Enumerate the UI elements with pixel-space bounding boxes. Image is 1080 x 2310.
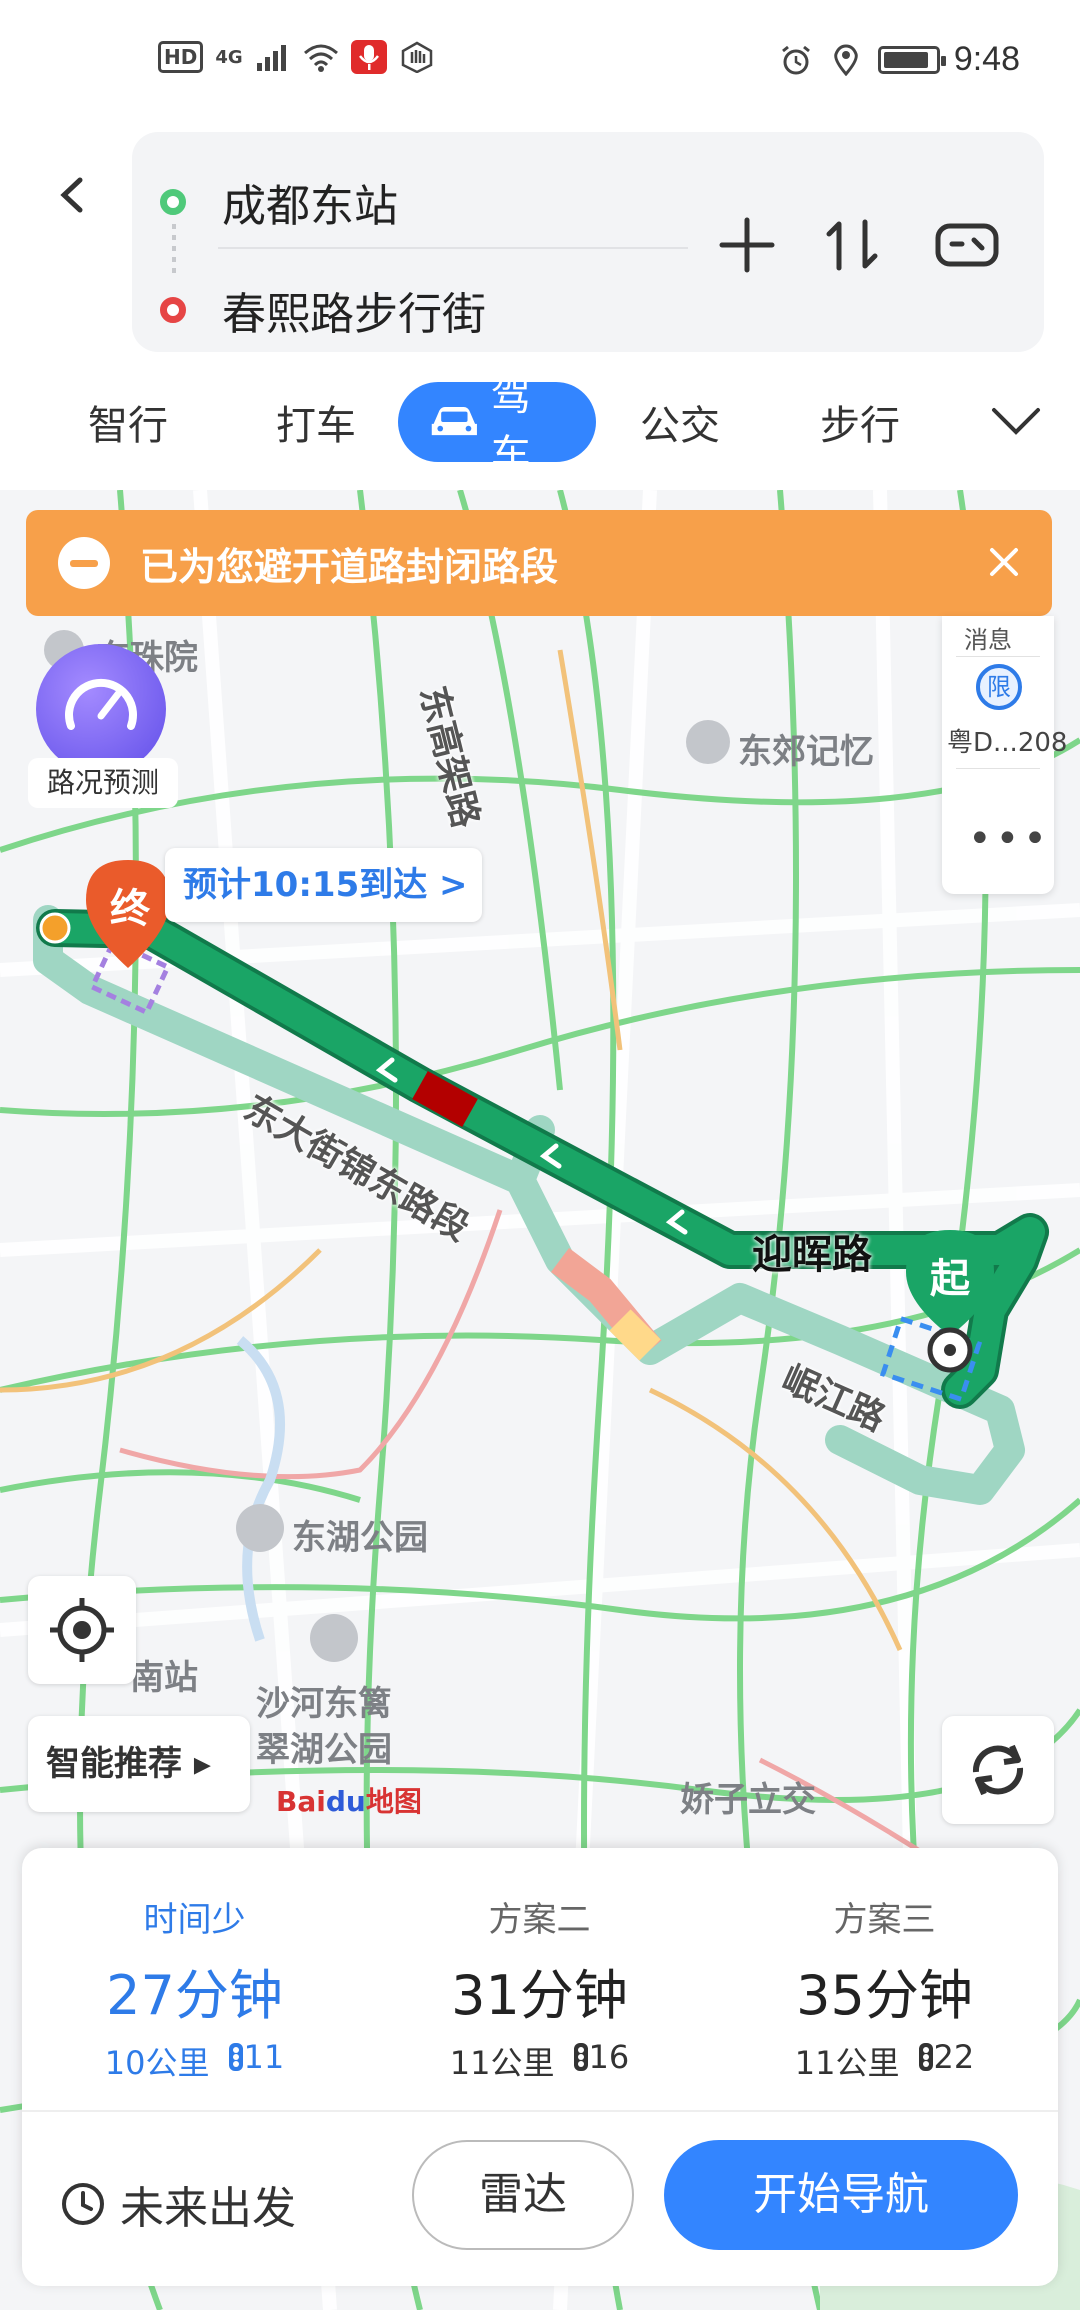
tab-drive[interactable]: 驾车	[398, 374, 596, 478]
origin-dot-icon	[160, 189, 186, 215]
plan-name: 方案二	[488, 1900, 591, 1940]
baidu-logo: Baidu地图	[276, 1780, 422, 1820]
tab-label: 打车	[276, 403, 356, 449]
smart-recommend-button[interactable]: 智能推荐 ▸	[28, 1716, 250, 1812]
close-icon[interactable]	[982, 540, 1026, 584]
plan-duration: 27分钟	[106, 1964, 283, 2027]
radar-button[interactable]: 雷达	[412, 2140, 634, 2250]
plan-distance: 10公里	[104, 2044, 210, 2082]
logo-text: du	[325, 1785, 366, 1818]
traffic-light-count: 16	[573, 2038, 630, 2084]
divider	[956, 656, 1040, 657]
divider	[956, 768, 1040, 769]
poi-label: 南站	[130, 1658, 198, 1698]
plan-option-2[interactable]: 方案二 31分钟 11公里 16	[367, 1848, 712, 2108]
field-divider	[218, 247, 688, 249]
transport-tabs: 智行 打车 驾车 公交 步行	[0, 374, 1080, 478]
add-waypoint-icon[interactable]	[712, 210, 782, 280]
tab-taxi[interactable]: 打车	[246, 382, 386, 462]
traffic-forecast-label[interactable]: 路况预测	[28, 758, 178, 808]
alarm-icon	[781, 45, 810, 74]
poi-label: 沙河东篱	[256, 1684, 392, 1724]
plan-name: 时间少	[143, 1900, 246, 1940]
end-marker-label: 终	[110, 886, 150, 932]
microphone-icon	[350, 40, 387, 74]
clock: 9:48	[953, 40, 1020, 78]
back-arrow-icon[interactable]	[52, 160, 92, 230]
logo-text: Bai	[276, 1785, 326, 1818]
plan-name: 方案三	[833, 1900, 936, 1940]
origin-text: 成都东站	[222, 181, 398, 232]
poi-label: 翠湖公园	[256, 1730, 392, 1770]
traffic-light-icon	[573, 2043, 588, 2071]
route-header: 成都东站 春熙路步行街 智行 打车 驾车 公交 步行	[0, 120, 1080, 490]
route-input-card: 成都东站 春熙路步行街	[132, 132, 1044, 352]
plan-duration: 35分钟	[796, 1964, 973, 2027]
chevron-down-icon[interactable]	[988, 396, 1044, 446]
tab-bus[interactable]: 公交	[610, 382, 750, 462]
car-settings-icon[interactable]	[932, 210, 1002, 280]
poi-label: 东郊记忆	[738, 732, 874, 772]
license-plate[interactable]: 粤D...208	[947, 722, 1067, 759]
tab-walk[interactable]: 步行	[790, 382, 930, 462]
network-type: 4G	[215, 46, 243, 68]
battery-icon	[877, 45, 946, 74]
destination-text: 春熙路步行街	[222, 289, 486, 340]
swap-route-icon[interactable]	[817, 210, 887, 280]
start-navigation-button[interactable]: 开始导航	[664, 2140, 1018, 2250]
plan-option-1[interactable]: 时间少 27分钟 10公里 11	[22, 1848, 367, 2108]
poi-label: 娇子立交	[680, 1780, 816, 1820]
tab-label: 驾车	[490, 374, 531, 478]
traffic-light-count: 22	[918, 2038, 975, 2084]
refresh-icon	[972, 1744, 1024, 1796]
traffic-forecast-button[interactable]	[36, 644, 166, 774]
depart-later-label: 未来出发	[120, 2183, 296, 2234]
hd-indicator: HD	[158, 41, 204, 73]
wifi-icon	[303, 44, 338, 72]
messages-label[interactable]: 消息	[964, 620, 1012, 655]
locate-button[interactable]	[28, 1576, 136, 1684]
location-icon	[834, 43, 858, 76]
crosshair-icon	[50, 1598, 114, 1662]
lights-count: 11	[243, 2038, 285, 2076]
route-notice-banner[interactable]: 已为您避开道路封闭路段	[26, 510, 1052, 616]
poi-label: 东湖公园	[292, 1518, 428, 1558]
lights-count: 22	[933, 2038, 975, 2076]
route-plans-panel: 时间少 27分钟 10公里 11 方案二 31分钟 11公里 16 方案三 35…	[22, 1848, 1058, 2286]
notice-text: 已为您避开道路封闭路段	[140, 544, 559, 589]
traffic-light-count: 11	[228, 2038, 285, 2084]
signal-icon	[256, 45, 286, 71]
more-options-icon[interactable]: •••	[968, 816, 1051, 862]
clock-icon	[62, 2183, 104, 2225]
origin-field[interactable]: 成都东站	[160, 170, 398, 234]
start-marker-label: 起	[930, 1256, 970, 1302]
panel-divider	[22, 2110, 1058, 2112]
plan-duration: 31分钟	[451, 1964, 628, 2027]
tab-label: 步行	[820, 403, 900, 449]
road-label: 迎晖路	[752, 1232, 872, 1278]
car-icon	[431, 406, 477, 436]
eta-bubble[interactable]: 预计10:15到达 >	[165, 848, 482, 922]
refresh-button[interactable]	[942, 1716, 1054, 1824]
speedometer-icon	[65, 678, 137, 730]
plan-distance: 11公里	[449, 2044, 555, 2082]
logo-text: 地图	[365, 1785, 422, 1818]
destination-field[interactable]: 春熙路步行街	[160, 278, 486, 342]
traffic-light-icon	[918, 2043, 933, 2071]
tab-smart[interactable]: 智行	[58, 382, 198, 462]
route-connector	[172, 224, 176, 276]
traffic-light-icon	[228, 2043, 243, 2071]
lights-count: 16	[588, 2038, 630, 2076]
depart-later-button[interactable]: 未来出发	[60, 2172, 296, 2236]
plan-distance: 11公里	[794, 2044, 900, 2082]
gesture-hand-icon	[401, 41, 432, 73]
tab-label: 智行	[88, 403, 168, 449]
status-bar: HD 4G 9:48	[0, 0, 1080, 120]
destination-dot-icon	[160, 297, 186, 323]
map-tools-panel: 消息 限 粤D...208 •••	[942, 616, 1067, 894]
tab-label: 公交	[640, 403, 720, 449]
traffic-limit-icon[interactable]: 限	[976, 664, 1022, 710]
no-entry-icon	[58, 537, 110, 589]
plan-option-3[interactable]: 方案三 35分钟 11公里 22	[712, 1848, 1057, 2108]
